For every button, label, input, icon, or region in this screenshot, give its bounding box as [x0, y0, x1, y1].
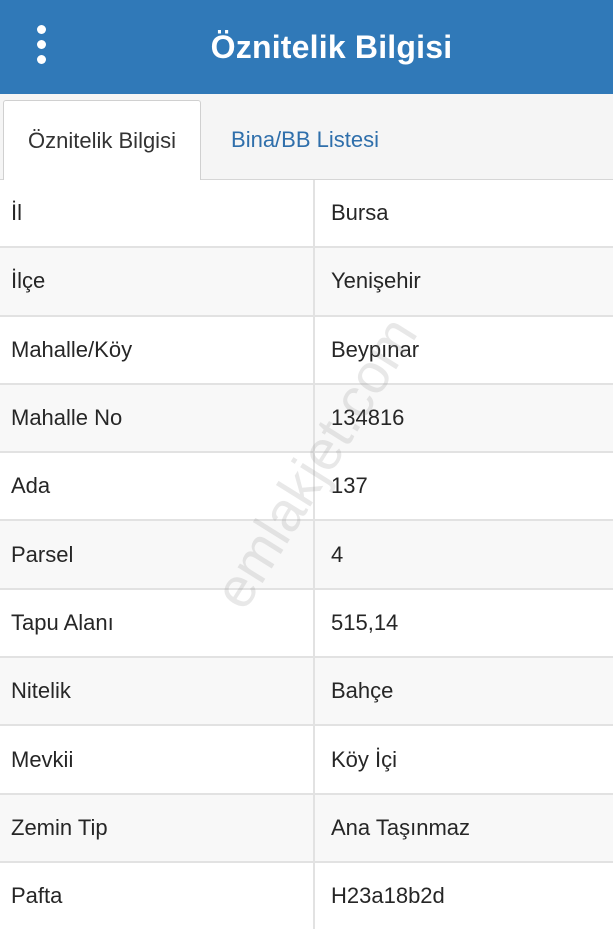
- table-row: Mahalle/Köy Beypınar: [0, 316, 613, 385]
- tab-oznitelik-bilgisi[interactable]: Öznitelik Bilgisi: [3, 100, 201, 181]
- table-row: İl Bursa: [0, 180, 613, 249]
- app-header: Öznitelik Bilgisi: [0, 0, 613, 94]
- attribute-key: Pafta: [0, 862, 315, 929]
- table-row: İlçe Yenişehir: [0, 248, 613, 317]
- attribute-value: 134816: [331, 405, 405, 431]
- attribute-value: Bursa: [331, 200, 389, 226]
- attribute-value: 137: [331, 473, 368, 499]
- attribute-value: Yenişehir: [331, 268, 421, 294]
- table-row: Zemin Tip Ana Taşınmaz: [0, 794, 613, 863]
- tab-bina-bb-listesi[interactable]: Bina/BB Listesi: [205, 100, 405, 180]
- attribute-key: İlçe: [0, 248, 315, 315]
- attribute-key: İl: [0, 180, 315, 247]
- attribute-table: İl Bursa İlçe Yenişehir Mahalle/Köy Beyp…: [0, 180, 613, 929]
- attribute-key: Tapu Alanı: [0, 589, 315, 657]
- tab-bar: Öznitelik Bilgisi Bina/BB Listesi: [0, 94, 613, 181]
- table-row: Pafta H23a18b2d: [0, 862, 613, 929]
- more-vertical-icon[interactable]: [24, 24, 58, 64]
- table-row: Mahalle No 134816: [0, 384, 613, 454]
- attribute-value: Beypınar: [331, 336, 420, 362]
- menu-dot: [36, 24, 46, 34]
- table-row: Mevkii Köy İçi: [0, 726, 613, 795]
- attribute-value: Ana Taşınmaz: [331, 814, 471, 840]
- attribute-key: Mevkii: [0, 726, 315, 793]
- page-title: Öznitelik Bilgisi: [210, 28, 453, 65]
- table-row: Nitelik Bahçe: [0, 658, 613, 727]
- attribute-value: H23a18b2d: [331, 883, 445, 909]
- attribute-value: 515,14: [331, 609, 399, 635]
- attribute-key: Zemin Tip: [0, 794, 315, 861]
- attribute-value: Bahçe: [331, 678, 394, 704]
- menu-dot: [36, 54, 46, 64]
- table-row: Parsel 4: [0, 521, 613, 590]
- menu-dot: [36, 39, 46, 49]
- table-row: Ada 137: [0, 453, 613, 522]
- attribute-value: Köy İçi: [331, 746, 398, 772]
- table-row: Tapu Alanı 515,14: [0, 589, 613, 659]
- attribute-key: Mahalle No: [0, 384, 315, 452]
- attribute-value: 4: [331, 541, 344, 567]
- attribute-key: Parsel: [0, 521, 315, 588]
- attribute-key: Mahalle/Köy: [0, 316, 315, 383]
- attribute-key: Ada: [0, 453, 315, 520]
- attribute-key: Nitelik: [0, 658, 315, 725]
